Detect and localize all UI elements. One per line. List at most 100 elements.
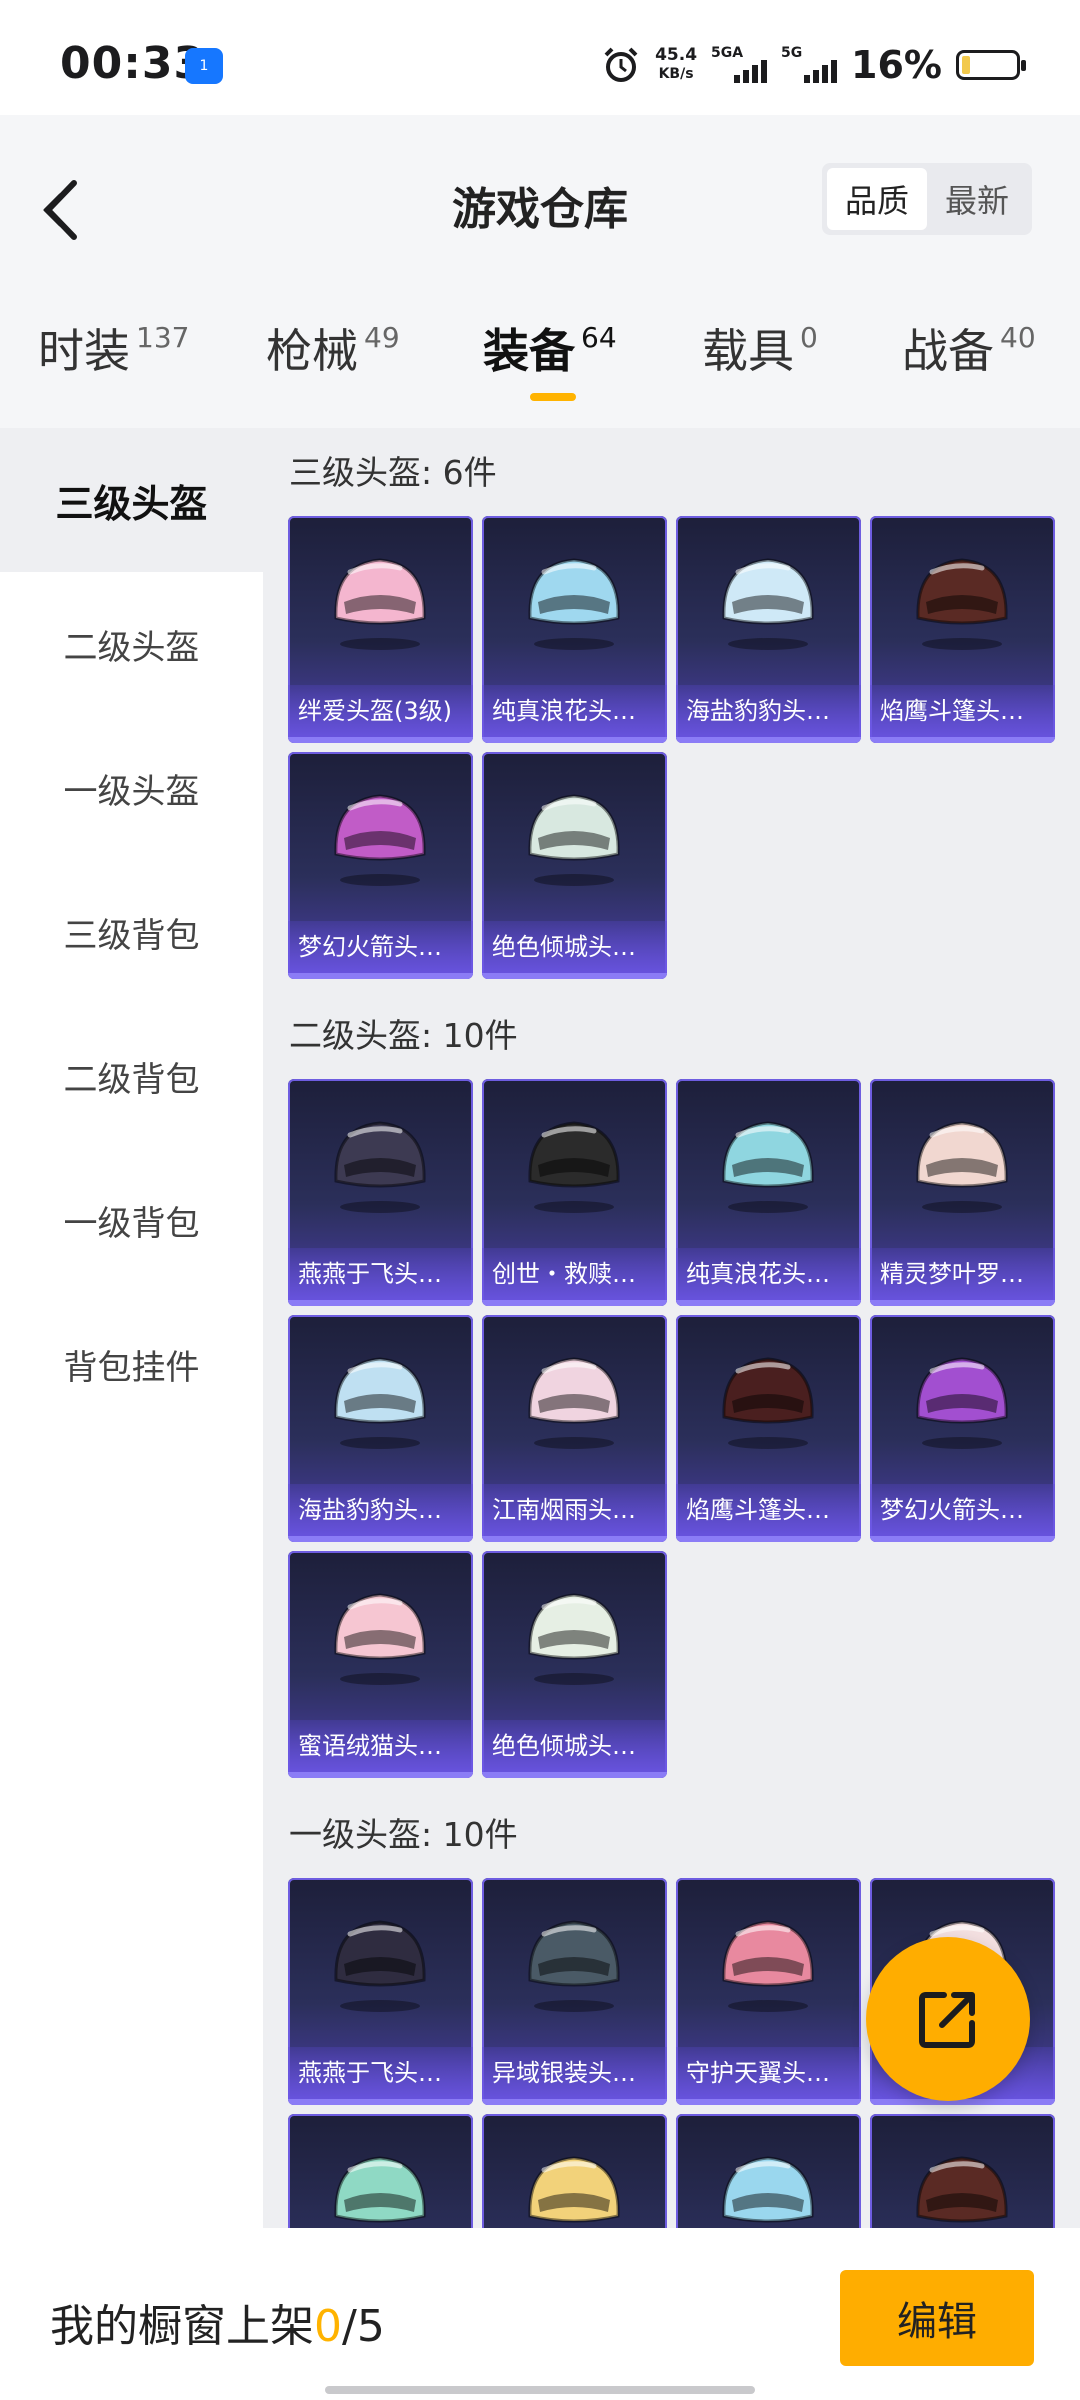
tab-count: 64 — [581, 321, 617, 354]
sidebar-item-level3-helmet[interactable]: 三级头盔 — [0, 428, 263, 572]
tab-vehicles[interactable]: 载具 0 — [702, 315, 818, 381]
sidebar-item-level1-backpack[interactable]: 一级背包 — [0, 1148, 263, 1292]
item-card[interactable] — [676, 2114, 861, 2228]
item-card[interactable]: 绝色倾城头… — [482, 1551, 667, 1778]
item-name: 纯真浪花头… — [482, 685, 667, 737]
tab-count: 0 — [800, 321, 818, 354]
item-name: 梦幻火箭头… — [288, 921, 473, 973]
tab-count: 137 — [136, 321, 190, 354]
item-name: 绝色倾城头… — [482, 921, 667, 973]
item-card[interactable]: 精灵梦叶罗… — [870, 1079, 1055, 1306]
helmet-icon — [916, 558, 1008, 650]
tab-count: 49 — [364, 321, 400, 354]
helmet-icon — [722, 1121, 814, 1213]
helmet-icon — [528, 1121, 620, 1213]
item-card[interactable]: 海盐豹豹头… — [676, 516, 861, 743]
tab-label: 时装 — [38, 324, 130, 378]
item-card[interactable]: 守护天翼头… — [676, 1878, 861, 2105]
active-tab-indicator — [530, 393, 576, 401]
speed-value: 45.4 — [655, 45, 698, 65]
sidebar-item-level2-backpack[interactable]: 二级背包 — [0, 1004, 263, 1148]
helmet-icon — [528, 794, 620, 886]
status-bar: 00:33 1 45.4 KB/s 5GA 5G 16% — [0, 0, 1080, 115]
home-indicator[interactable] — [325, 2386, 755, 2394]
item-card[interactable]: 燕燕于飞头… — [288, 1878, 473, 2105]
item-card[interactable]: 纯真浪花头… — [676, 1079, 861, 1306]
item-card[interactable] — [482, 2114, 667, 2228]
item-name: 创世・救赎… — [482, 1248, 667, 1300]
sim2-label: 5G — [781, 45, 803, 61]
sort-toggle: 品质 最新 — [822, 163, 1032, 235]
helmet-icon — [916, 2156, 1008, 2223]
battery-percent: 16% — [851, 43, 942, 87]
sidebar-item-level2-helmet[interactable]: 二级头盔 — [0, 572, 263, 716]
item-card[interactable]: 焰鹰斗篷头… — [870, 516, 1055, 743]
signal-bars-icon — [804, 60, 838, 83]
item-name: 海盐豹豹头… — [288, 1484, 473, 1536]
tab-supplies[interactable]: 战备 40 — [902, 315, 1036, 381]
item-card[interactable]: 纯真浪花头… — [482, 516, 667, 743]
helmet-icon — [722, 1357, 814, 1449]
helmet-icon — [722, 2156, 814, 2223]
section-title: 一级头盔: 10件 — [289, 1815, 518, 1854]
item-name: 燕燕于飞头… — [288, 1248, 473, 1300]
share-external-icon — [919, 1992, 975, 2048]
item-name: 燕燕于飞头… — [288, 2047, 473, 2099]
battery-icon — [956, 50, 1026, 80]
helmet-icon — [334, 558, 426, 650]
edit-button[interactable]: 编辑 — [840, 2270, 1034, 2366]
item-card[interactable] — [288, 2114, 473, 2228]
item-card[interactable]: 异域银装头… — [482, 1878, 667, 2105]
tab-label: 载具 — [702, 324, 794, 378]
status-time: 00:33 — [60, 38, 206, 89]
helmet-icon — [528, 1920, 620, 2012]
helmet-icon — [528, 558, 620, 650]
subcategory-sidebar: 三级头盔 二级头盔 一级头盔 三级背包 二级背包 一级背包 背包挂件 — [0, 428, 263, 2228]
helmet-icon — [334, 1121, 426, 1213]
item-card[interactable]: 焰鹰斗篷头… — [676, 1315, 861, 1542]
back-arrow-icon[interactable] — [30, 165, 90, 255]
signal-sim1: 5GA — [711, 45, 768, 85]
tab-guns[interactable]: 枪械 49 — [266, 315, 400, 381]
page-header: 游戏仓库 品质 最新 时装 137 枪械 49 装备 64 载具 0 战备 40 — [0, 115, 1080, 428]
helmet-icon — [916, 1357, 1008, 1449]
section-title: 三级头盔: 6件 — [289, 453, 497, 492]
helmet-icon — [334, 1593, 426, 1685]
signal-bars-icon — [734, 60, 768, 83]
item-card[interactable] — [870, 2114, 1055, 2228]
item-name: 江南烟雨头… — [482, 1484, 667, 1536]
item-name: 焰鹰斗篷头… — [676, 1484, 861, 1536]
item-name: 梦幻火箭头… — [870, 1484, 1055, 1536]
sidebar-item-level1-helmet[interactable]: 一级头盔 — [0, 716, 263, 860]
item-card[interactable]: 梦幻火箭头… — [288, 752, 473, 979]
item-card[interactable]: 绊爱头盔(3级) — [288, 516, 473, 743]
showcase-count: 0 — [314, 2301, 342, 2352]
alarm-icon — [604, 47, 638, 82]
helmet-icon — [528, 1593, 620, 1685]
sort-latest[interactable]: 最新 — [927, 168, 1027, 230]
item-card[interactable]: 绝色倾城头… — [482, 752, 667, 979]
share-button[interactable] — [866, 1937, 1030, 2101]
category-tabs: 时装 137 枪械 49 装备 64 载具 0 战备 40 — [0, 315, 1080, 415]
item-name: 焰鹰斗篷头… — [870, 685, 1055, 737]
sort-quality[interactable]: 品质 — [827, 168, 927, 230]
helmet-icon — [722, 1920, 814, 2012]
network-speed: 45.4 KB/s — [655, 46, 697, 84]
tab-count: 40 — [1000, 321, 1036, 354]
item-card[interactable]: 蜜语绒猫头… — [288, 1551, 473, 1778]
item-name: 海盐豹豹头… — [676, 685, 861, 737]
signal-sim2: 5G — [781, 45, 838, 85]
sidebar-item-backpack-charm[interactable]: 背包挂件 — [0, 1292, 263, 1436]
item-name: 纯真浪花头… — [676, 1248, 861, 1300]
tab-fashion[interactable]: 时装 137 — [38, 315, 189, 381]
sidebar-item-level3-backpack[interactable]: 三级背包 — [0, 860, 263, 1004]
showcase-total: /5 — [342, 2301, 385, 2352]
item-card[interactable]: 创世・救赎… — [482, 1079, 667, 1306]
sim1-label: 5GA — [711, 45, 744, 61]
item-card[interactable]: 海盐豹豹头… — [288, 1315, 473, 1542]
item-card[interactable]: 梦幻火箭头… — [870, 1315, 1055, 1542]
helmet-icon — [334, 1357, 426, 1449]
item-card[interactable]: 江南烟雨头… — [482, 1315, 667, 1542]
item-card[interactable]: 燕燕于飞头… — [288, 1079, 473, 1306]
tab-equipment[interactable]: 装备 64 — [483, 315, 617, 381]
